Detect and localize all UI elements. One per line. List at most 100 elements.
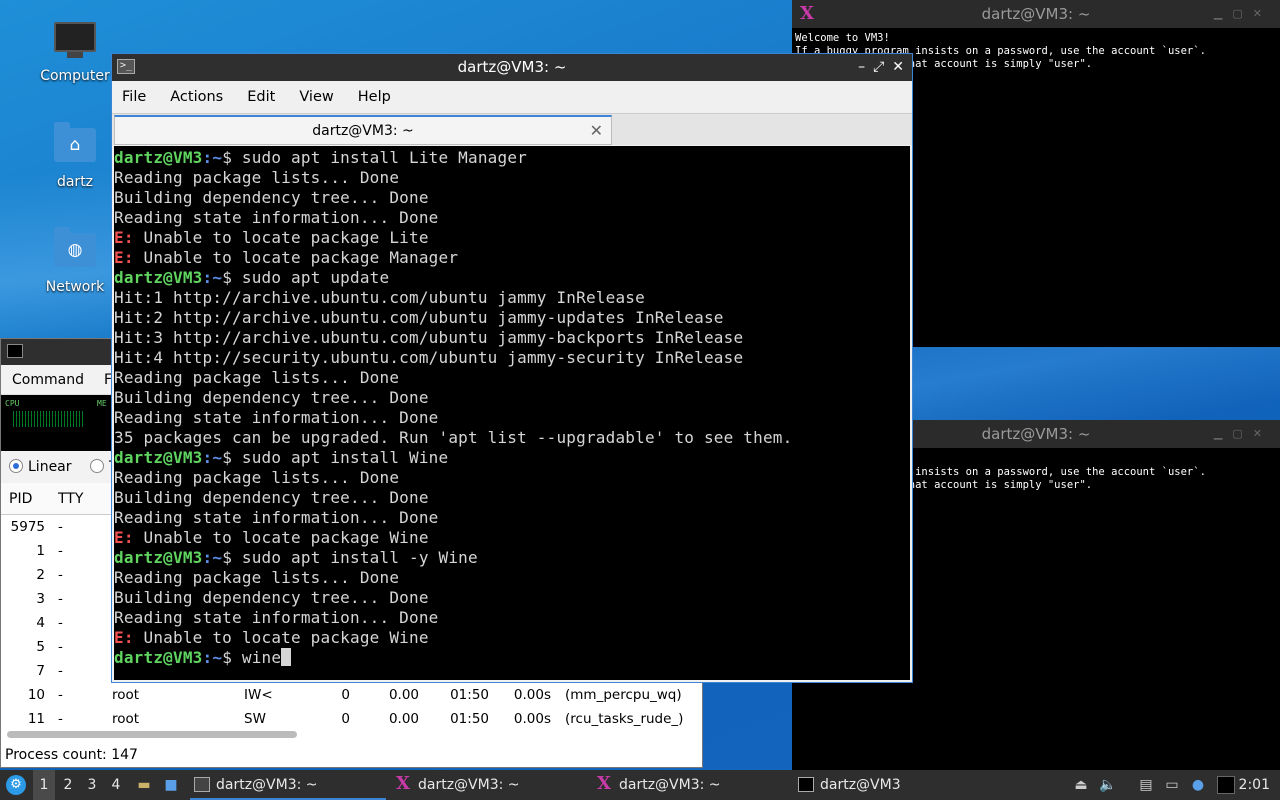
maximize-icon[interactable]: ⤢ (873, 59, 884, 75)
updates-icon[interactable]: ⏏ (1072, 776, 1090, 794)
start-menu-icon[interactable]: ⚙ (6, 775, 26, 795)
terminal-titlebar[interactable]: >_ dartz@VM3: ~ – ⤢ ✕ (112, 54, 912, 81)
error-prefix: E: (114, 528, 134, 547)
radio-linear[interactable] (9, 459, 23, 473)
clock[interactable]: 2:01 (1239, 770, 1270, 800)
output-text: Reading package lists... Done (114, 168, 400, 187)
prompt-user: dartz@VM3 (114, 268, 203, 287)
task-xterm-1[interactable]: X dartz@VM3: ~ (392, 770, 588, 800)
terminal-tabbar: dartz@VM3: ~ ✕ (112, 113, 912, 145)
terminal-window[interactable]: >_ dartz@VM3: ~ – ⤢ ✕ File Actions Edit View H… (111, 53, 913, 683)
cell-tty: - (58, 519, 63, 535)
output-text: Reading state information... Done (114, 208, 439, 227)
prompt-colon: : (202, 448, 213, 467)
output-text: Reading state information... Done (114, 408, 439, 427)
output-text: Hit:3 http://archive.ubuntu.com/ubuntu j… (114, 328, 744, 347)
column-tty[interactable]: TTY (58, 483, 83, 515)
clipboard-icon[interactable]: ▤ (1137, 776, 1155, 794)
cpu-graph (13, 411, 83, 427)
menu-actions[interactable]: Actions (170, 89, 223, 105)
desktop-icon-network[interactable]: ◍ Network (34, 227, 116, 295)
desktop-icon-label: dartz (56, 174, 94, 190)
terminal-line: Reading package lists... Done (114, 468, 910, 488)
mem-graph-label: ME (97, 399, 107, 408)
prompt-dollar: $ (222, 448, 242, 467)
output-text: Reading package lists... Done (114, 468, 400, 487)
menu-view[interactable]: View (299, 89, 333, 105)
error-space (134, 248, 144, 267)
window-controls[interactable]: ▁▢✕ (1214, 420, 1272, 448)
prompt-user: dartz@VM3 (114, 648, 203, 667)
menu-help[interactable]: Help (358, 89, 391, 105)
tab-title: dartz@VM3: ~ (312, 123, 414, 139)
menu-edit[interactable]: Edit (247, 89, 275, 105)
file-manager-launcher-icon[interactable]: ▬ (135, 776, 153, 794)
workspace-4[interactable]: 4 (105, 770, 127, 800)
terminal-icon: >_ (117, 59, 135, 74)
minimize-icon[interactable]: – (858, 59, 865, 75)
error-prefix: E: (114, 248, 134, 267)
network-tray-icon[interactable]: ▭ (1163, 776, 1181, 794)
network-folder-icon: ◍ (54, 227, 96, 273)
task-terminal[interactable]: dartz@VM3: ~ (190, 770, 386, 800)
task-terminal-2[interactable]: dartz@VM3 (794, 770, 990, 800)
cell-pid: 7 (36, 663, 45, 679)
tab-close-icon[interactable]: ✕ (590, 117, 603, 145)
xterm-titlebar[interactable]: X dartz@VM3: ~ ▁▢✕ (792, 0, 1280, 28)
xterm-line: Welcome to VM3! (795, 32, 890, 44)
terminal-line: Building dependency tree... Done (114, 388, 910, 408)
table-row[interactable]: 11- root SW 0 0.00 01:50 0.00s (rcu_tasks_rude_… (1, 707, 702, 731)
close-icon[interactable]: ✕ (892, 59, 904, 75)
table-row[interactable]: 10- root IW< 0 0.00 01:50 0.00s (mm_percpu_wq) (1, 683, 702, 707)
task-label: dartz@VM3 (820, 777, 901, 793)
prompt-path: ~ (212, 268, 223, 287)
desktop-icon-home[interactable]: ⌂ dartz (34, 122, 116, 190)
terminal-output[interactable]: dartz@VM3:~$ sudo apt install Lite Manag… (114, 146, 910, 680)
command-text: sudo apt install -y Wine (241, 548, 478, 567)
volume-icon[interactable]: 🔈 (1099, 776, 1117, 794)
cell-time: 01:50 (450, 711, 489, 727)
cell-tty: - (58, 711, 63, 727)
cell-cpu-time: 0.00s (513, 687, 551, 703)
menu-file[interactable]: File (122, 89, 146, 105)
menu-command[interactable]: Command (12, 372, 84, 388)
desktop-icon-label: Network (45, 279, 105, 295)
cell-pid: 5975 (10, 519, 45, 535)
error-prefix: E: (114, 228, 134, 247)
error-text: Unable to locate package Wine (143, 628, 429, 647)
workspace-1[interactable]: 1 (33, 770, 55, 800)
output-text: Reading state information... Done (114, 508, 439, 527)
prompt-colon: : (202, 648, 213, 667)
window-title: dartz@VM3: ~ (981, 425, 1091, 443)
cell-tty: - (58, 639, 63, 655)
desktop-icon-computer[interactable]: Computer (34, 18, 116, 84)
prompt-path: ~ (212, 548, 223, 567)
workspace-3[interactable]: 3 (81, 770, 103, 800)
terminal-line: Reading package lists... Done (114, 368, 910, 388)
terminal-tray-icon[interactable] (1217, 776, 1235, 794)
prompt-dollar: $ (222, 648, 242, 667)
show-desktop-icon[interactable]: ■ (162, 776, 180, 794)
terminal-line: Hit:3 http://archive.ubuntu.com/ubuntu j… (114, 328, 910, 348)
cell-cmd: (mm_percpu_wq) (565, 687, 682, 703)
horizontal-scrollbar[interactable] (7, 731, 297, 738)
terminal-tab[interactable]: dartz@VM3: ~ ✕ (114, 115, 612, 145)
terminal-menubar: File Actions Edit View Help (112, 81, 912, 113)
task-xterm-2[interactable]: X dartz@VM3: ~ (593, 770, 789, 800)
error-prefix: E: (114, 628, 134, 647)
prompt-path: ~ (212, 648, 223, 667)
cell-cmd: (rcu_tasks_rude_) (565, 711, 684, 727)
terminal-line: dartz@VM3:~$ wine (114, 648, 910, 668)
workspace-2[interactable]: 2 (57, 770, 79, 800)
terminal-line: Reading state information... Done (114, 408, 910, 428)
cell-nice: 0 (341, 711, 350, 727)
window-controls[interactable]: ▁▢✕ (1214, 0, 1272, 28)
radio-other[interactable] (89, 459, 104, 473)
notification-icon[interactable]: ● (1189, 776, 1207, 794)
column-pid[interactable]: PID (9, 483, 32, 515)
terminal-line: Reading state information... Done (114, 508, 910, 528)
prompt-colon: : (202, 548, 213, 567)
error-space (134, 528, 144, 547)
terminal-line: dartz@VM3:~$ sudo apt install Lite Manag… (114, 148, 910, 168)
terminal-line: Building dependency tree... Done (114, 588, 910, 608)
